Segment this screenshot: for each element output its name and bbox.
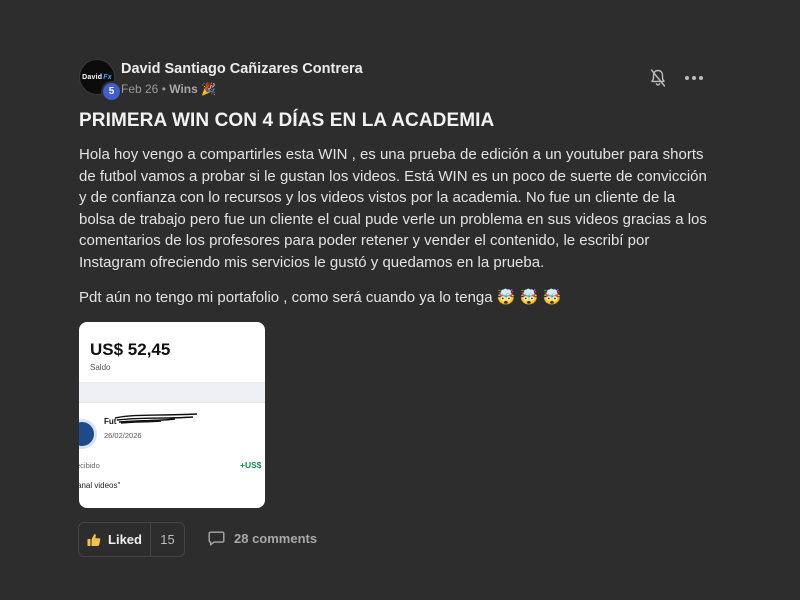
like-count[interactable]: 15 — [151, 523, 184, 556]
post-pdt: Pdt aún no tengo mi portafolio , como se… — [79, 289, 562, 306]
avatar-text: David — [82, 73, 103, 81]
attachment-balance-label: Saldo — [90, 363, 111, 372]
thumbs-up-icon — [87, 533, 101, 546]
like-group: Liked 15 — [78, 522, 185, 557]
comments-label: 28 comments — [234, 531, 318, 546]
attachment-description: anal videos" — [79, 481, 121, 490]
attachment-band — [79, 382, 265, 402]
like-button[interactable]: Liked — [79, 523, 151, 556]
dot — [699, 76, 703, 80]
like-label: Liked — [108, 532, 142, 547]
author-avatar[interactable]: David Fx 5 — [79, 59, 122, 102]
post-card: David Fx 5 David Santiago Cañizares Cont… — [0, 0, 800, 600]
level-badge: 5 — [101, 81, 122, 102]
meta-separator: • — [158, 82, 170, 96]
redaction-scribble — [114, 413, 198, 424]
post-meta: Feb 26 • Wins 🎉 — [121, 82, 216, 96]
post-category[interactable]: Wins — [169, 82, 198, 96]
comments-button[interactable]: 28 comments — [208, 531, 317, 546]
author-name[interactable]: David Santiago Cañizares Contrera — [121, 61, 363, 77]
attachment-date: 26/02/2026 — [104, 431, 142, 440]
avatar-accent: Fx — [103, 73, 112, 81]
bell-off-icon[interactable] — [650, 69, 666, 87]
attachment-received-label: ecibido — [79, 461, 100, 470]
post-date[interactable]: Feb 26 — [121, 82, 158, 96]
dot — [692, 76, 696, 80]
attachment-divider — [79, 402, 265, 403]
comment-icon — [208, 531, 225, 546]
attachment-amount: US$ 52,45 — [90, 340, 171, 359]
payer-logo-icon — [79, 419, 97, 449]
post-title: PRIMERA WIN CON 4 DÍAS EN LA ACADEMIA — [79, 110, 495, 131]
category-emoji: 🎉 — [201, 82, 217, 96]
attachment-image[interactable]: US$ 52,45 Saldo Fut 26/02/2026 ecibido +… — [79, 322, 265, 508]
post-body: Hola hoy vengo a compartirles esta WIN ,… — [79, 146, 707, 271]
more-icon[interactable] — [685, 70, 703, 86]
dot — [685, 76, 689, 80]
attachment-positive-amount: +US$ — [240, 460, 262, 470]
